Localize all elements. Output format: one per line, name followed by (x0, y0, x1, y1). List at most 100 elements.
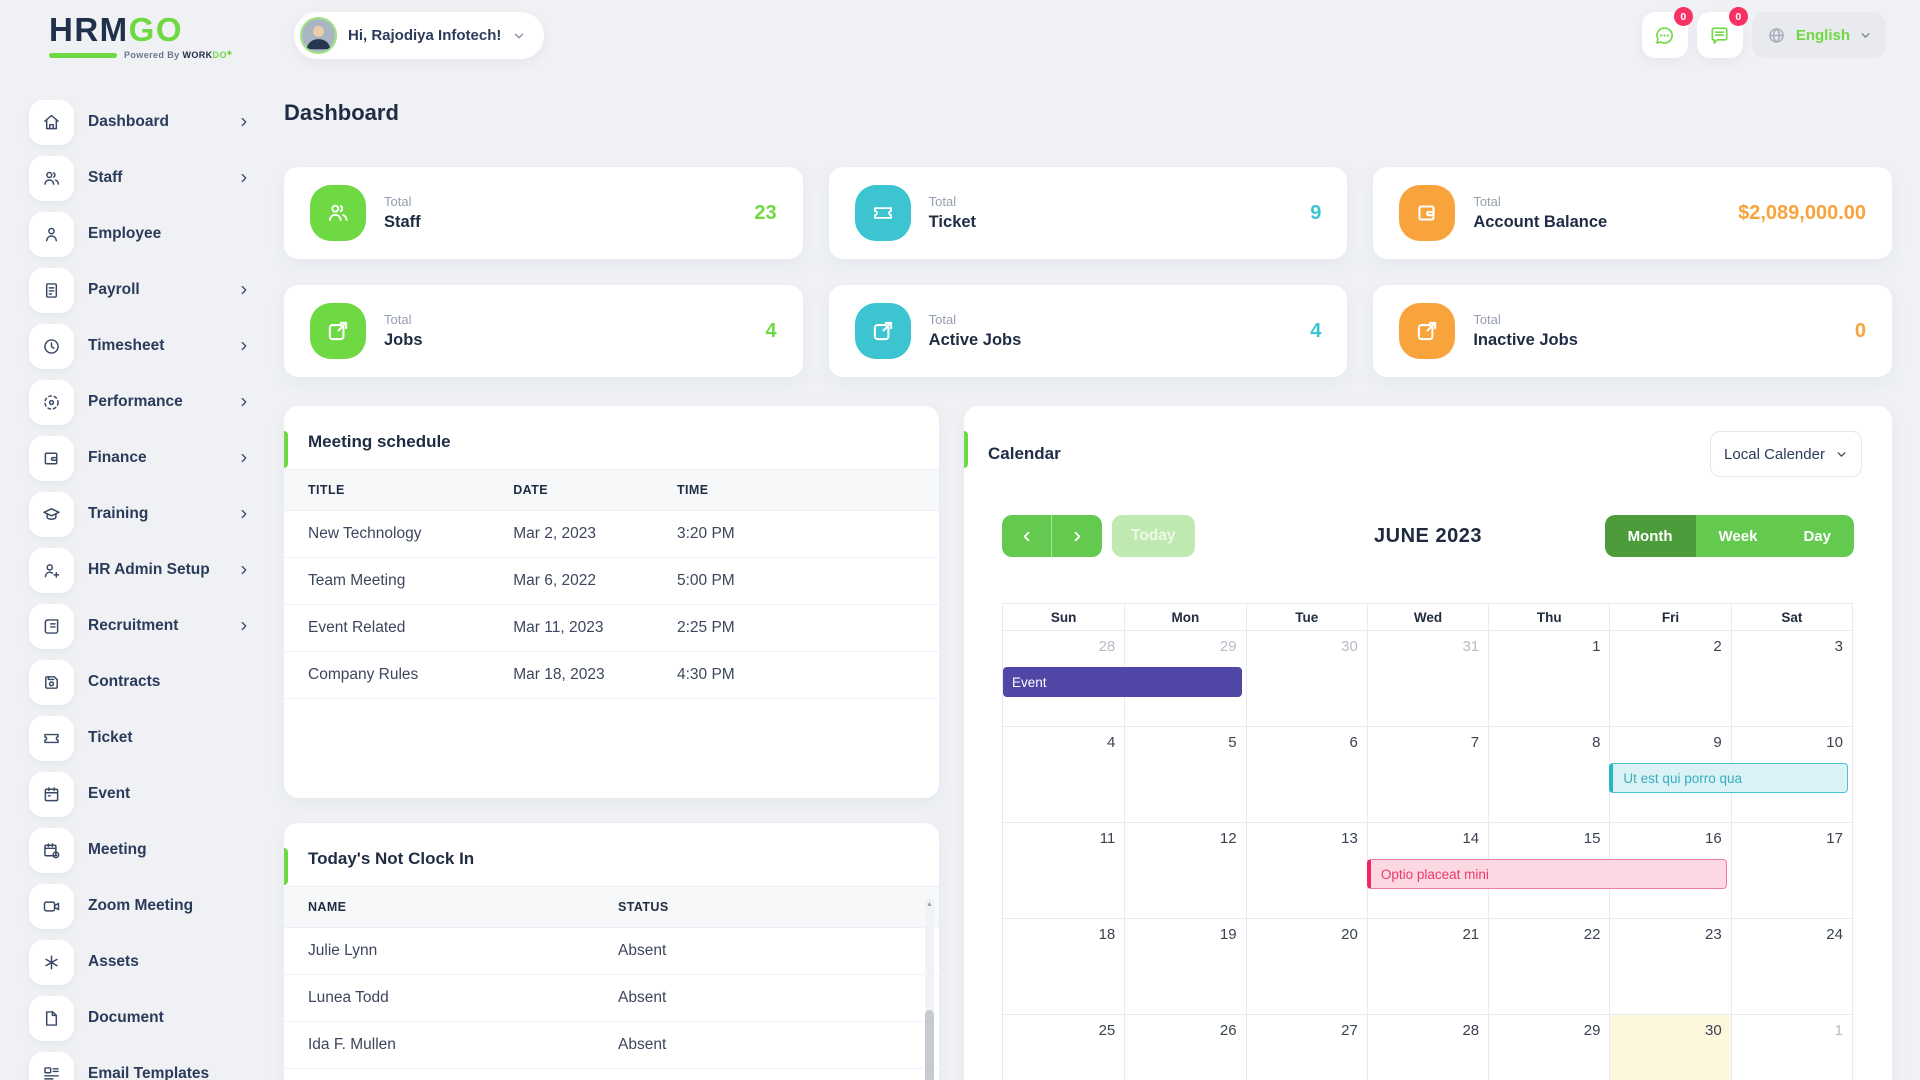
user-menu[interactable]: Hi, Rajodiya Infotech! (294, 12, 544, 59)
calendar-cell[interactable]: 24 (1731, 919, 1852, 1014)
not-clock-in-title: Today's Not Clock In (308, 849, 474, 869)
calendar-event-event[interactable]: Event (1003, 667, 1242, 697)
calendar-cell-today[interactable]: 30 (1609, 1015, 1730, 1080)
language-selector[interactable]: English (1752, 12, 1886, 58)
stat-cards: TotalStaff23TotalTicket9TotalAccount Bal… (284, 167, 1892, 377)
sidebar-item-recruitment[interactable]: Recruitment (29, 603, 257, 649)
recruitment-icon (29, 604, 74, 649)
calendar-cell[interactable]: 22 (1488, 919, 1609, 1014)
sidebar-item-zoom-meeting[interactable]: Zoom Meeting (29, 883, 257, 929)
calendar-cell[interactable]: 11 (1003, 823, 1124, 918)
calendar-cell[interactable]: 8 (1488, 727, 1609, 822)
sidebar-item-employee[interactable]: Employee (29, 211, 257, 257)
sidebar-item-contracts[interactable]: Contracts (29, 659, 257, 705)
employee-name-cell: Julie Lynn (284, 942, 618, 960)
meeting-title-cell: New Technology (284, 525, 513, 543)
chevron-right-icon (237, 283, 251, 297)
calendar-source-select[interactable]: Local Calender (1710, 431, 1862, 477)
sidebar-item-ticket[interactable]: Ticket (29, 715, 257, 761)
sidebar-item-event[interactable]: Event (29, 771, 257, 817)
stat-card-category: Total (929, 194, 976, 209)
calendar-grid: SunMonTueWedThuFriSat 28293031123Event45… (1002, 603, 1853, 1080)
calendar-cell[interactable]: 23 (1609, 919, 1730, 1014)
meeting-icon (29, 828, 74, 873)
calendar-title: Calendar (988, 444, 1061, 464)
meeting-table-body: New TechnologyMar 2, 20233:20 PMTeam Mee… (284, 511, 939, 699)
calendar-cell[interactable]: 7 (1367, 727, 1488, 822)
sidebar-item-hr-admin-setup[interactable]: HR Admin Setup (29, 547, 257, 593)
calendar-cell[interactable]: 25 (1003, 1015, 1124, 1080)
stat-card-category: Total (1473, 194, 1607, 209)
calendar-day-header: Sun (1003, 604, 1124, 630)
sidebar-item-email-templates[interactable]: Email Templates (29, 1051, 257, 1080)
calendar-cell[interactable]: 5 (1124, 727, 1245, 822)
calendar-cell[interactable]: 13 (1246, 823, 1367, 918)
sidebar-item-payroll[interactable]: Payroll (29, 267, 257, 313)
meeting-row: New TechnologyMar 2, 20233:20 PM (284, 511, 939, 558)
sidebar-item-label: Email Templates (88, 1065, 257, 1080)
globe-icon (1766, 25, 1787, 46)
calendar-cell[interactable]: 19 (1124, 919, 1245, 1014)
scrollbar-thumb[interactable] (925, 1010, 934, 1080)
sidebar-item-finance[interactable]: Finance (29, 435, 257, 481)
sidebar-item-meeting[interactable]: Meeting (29, 827, 257, 873)
calendar-cell[interactable]: 26 (1124, 1015, 1245, 1080)
sidebar: Dashboard Staff Employee Payroll Timesheet Pe… (29, 99, 257, 1080)
calendar-cell[interactable]: 29 (1488, 1015, 1609, 1080)
calendar-day-headers: SunMonTueWedThuFriSat (1003, 604, 1852, 630)
calendar-cell[interactable]: 6 (1246, 727, 1367, 822)
calendar-cell[interactable]: 30 (1246, 631, 1367, 726)
sidebar-item-label: Ticket (88, 729, 257, 747)
calendar-cell[interactable]: 17 (1731, 823, 1852, 918)
calendar-cell[interactable]: 21 (1367, 919, 1488, 1014)
calendar-today-button[interactable]: Today (1112, 515, 1195, 557)
calendar-cell[interactable]: 1 (1731, 1015, 1852, 1080)
stat-card-label: Inactive Jobs (1473, 331, 1578, 350)
ticket-icon (29, 716, 74, 761)
logo-text-secondary: GO (129, 11, 183, 48)
chevron-right-icon (237, 563, 251, 577)
calendar-view-week[interactable]: Week (1696, 515, 1781, 557)
meeting-table-header: TITLE DATE TIME (284, 469, 939, 511)
calendar-cell[interactable]: 20 (1246, 919, 1367, 1014)
sidebar-item-assets[interactable]: Assets (29, 939, 257, 985)
panel-accent-bar (964, 431, 968, 468)
calendar-cell[interactable]: 31 (1367, 631, 1488, 726)
chevron-right-icon (237, 171, 251, 185)
calendar-event-ut-est-qui-porro-qua[interactable]: Ut est qui porro qua (1609, 763, 1848, 793)
chevron-down-icon (512, 29, 526, 43)
sidebar-item-timesheet[interactable]: Timesheet (29, 323, 257, 369)
meeting-row: Event RelatedMar 11, 20232:25 PM (284, 605, 939, 652)
calendar-cell[interactable]: 18 (1003, 919, 1124, 1014)
timesheet-icon (29, 324, 74, 369)
calendar-cell[interactable]: 2 (1609, 631, 1730, 726)
sidebar-item-document[interactable]: Document (29, 995, 257, 1041)
calendar-next-button[interactable] (1052, 515, 1102, 557)
chat-button[interactable]: 0 (1642, 12, 1688, 58)
employee-name-cell: Ida F. Mullen (284, 1036, 618, 1054)
table-scrollbar[interactable]: ▲ (925, 898, 934, 1080)
sidebar-item-label: Dashboard (88, 113, 223, 131)
sidebar-item-training[interactable]: Training (29, 491, 257, 537)
calendar-cell[interactable]: 1 (1488, 631, 1609, 726)
calendar-cell[interactable]: 28 (1367, 1015, 1488, 1080)
calendar-event-optio-placeat-mini[interactable]: Optio placeat mini (1367, 859, 1727, 889)
calendar-cell[interactable]: 3 (1731, 631, 1852, 726)
app-logo[interactable]: HRMGO Powered By WORKDO✱ (49, 13, 232, 60)
logo-text: HRMGO (49, 13, 232, 46)
chevron-right-icon (237, 115, 251, 129)
sidebar-item-label: Meeting (88, 841, 257, 859)
calendar-view-month[interactable]: Month (1605, 515, 1696, 557)
calendar-cell[interactable]: 4 (1003, 727, 1124, 822)
calendar-view-day[interactable]: Day (1780, 515, 1854, 557)
sidebar-item-performance[interactable]: Performance (29, 379, 257, 425)
stat-card-label: Active Jobs (929, 331, 1022, 350)
sidebar-item-staff[interactable]: Staff (29, 155, 257, 201)
calendar-cell[interactable]: 12 (1124, 823, 1245, 918)
notifications-button[interactable]: 0 (1697, 12, 1743, 58)
sidebar-item-dashboard[interactable]: Dashboard (29, 99, 257, 145)
calendar-cell[interactable]: 27 (1246, 1015, 1367, 1080)
staff-icon (310, 185, 366, 241)
stat-card-label: Staff (384, 213, 421, 232)
calendar-prev-button[interactable] (1002, 515, 1052, 557)
